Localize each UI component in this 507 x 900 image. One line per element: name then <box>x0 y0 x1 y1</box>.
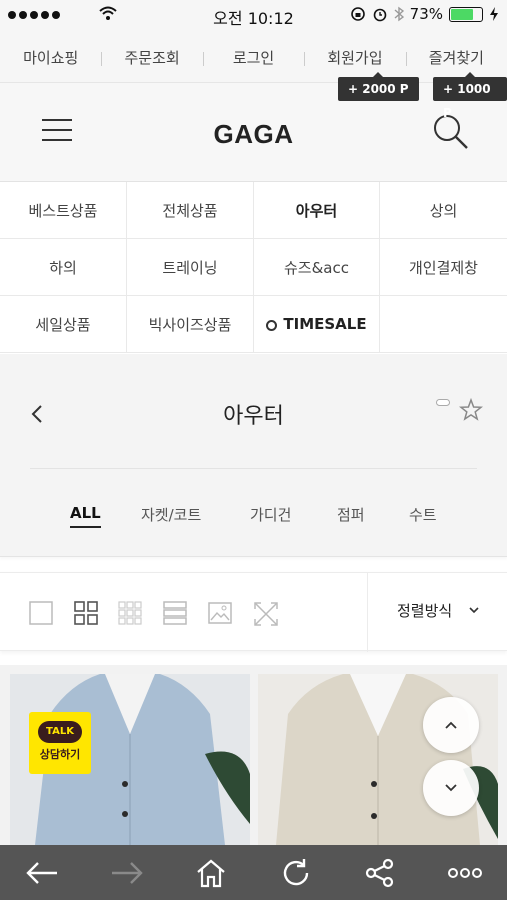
sort-label: 정렬방식 <box>397 602 453 620</box>
toplink-order-lookup[interactable]: 주문조회 <box>101 30 202 82</box>
bluetooth-icon <box>394 6 404 22</box>
chevron-down-icon <box>469 607 479 614</box>
refresh-icon <box>283 858 308 885</box>
home-button[interactable] <box>169 845 254 900</box>
site-logo[interactable]: GAGA <box>0 119 507 150</box>
alarm-icon <box>373 8 386 22</box>
category-title: 아우터 <box>223 404 284 429</box>
kakao-consult-label: 상담하기 <box>39 748 81 761</box>
home-icon <box>197 859 225 887</box>
battery-percent: 73% <box>409 5 443 23</box>
chevron-up-icon <box>445 721 457 729</box>
subtab-jacket-coat[interactable]: 자켓/코트 <box>141 504 201 525</box>
toplink-my-shopping[interactable]: 마이쇼핑 <box>0 30 101 82</box>
scroll-bottom-button[interactable] <box>423 760 479 816</box>
arrow-left-icon <box>26 861 58 884</box>
category-shoes-acc[interactable]: 슈즈&acc <box>254 239 380 296</box>
category-empty <box>380 296 507 353</box>
site-header: GAGA <box>0 82 507 182</box>
view-list-icon[interactable] <box>163 601 187 625</box>
category-big-size[interactable]: 빅사이즈상품 <box>127 296 254 353</box>
toplink-login[interactable]: 로그인 <box>202 30 304 82</box>
rotation-lock-icon <box>350 7 365 21</box>
share-button[interactable] <box>338 845 423 900</box>
timer-icon <box>266 319 278 331</box>
toplink-join[interactable]: 회원가입 <box>304 30 405 82</box>
view-grid2-icon[interactable] <box>74 601 98 625</box>
subcategory-tabs: ALL 자켓/코트 가디건 점퍼 수트 <box>0 504 507 534</box>
battery-icon <box>449 6 483 22</box>
view-grid3-icon[interactable] <box>118 601 142 625</box>
subtab-suit[interactable]: 수트 <box>409 504 437 525</box>
view-toolbar: 정렬방식 <box>0 572 507 652</box>
share-icon <box>366 858 394 887</box>
view-fullscreen-icon[interactable] <box>253 601 279 627</box>
category-all[interactable]: 전체상품 <box>127 182 254 239</box>
category-training[interactable]: 트레이닝 <box>127 239 254 296</box>
status-bar: 오전 10:12 73% <box>0 0 507 30</box>
view-image-icon[interactable] <box>208 601 232 625</box>
join-points-badge: + 2000 P <box>338 72 419 101</box>
subtab-cardigan[interactable]: 가디건 <box>250 504 291 525</box>
more-button[interactable] <box>423 845 507 900</box>
scroll-top-button[interactable] <box>423 697 479 753</box>
category-timesale[interactable]: TIMESALE <box>254 296 380 353</box>
subtab-all[interactable]: ALL <box>70 504 101 528</box>
subtab-jumper[interactable]: 점퍼 <box>337 504 365 525</box>
charging-icon <box>490 7 498 21</box>
category-best[interactable]: 베스트상품 <box>0 182 127 239</box>
view-single-icon[interactable] <box>29 601 53 625</box>
category-menu: 베스트상품 전체상품 아우터 상의 하의 트레이닝 슈즈&acc 개인결제창 세… <box>0 182 507 353</box>
forward-button[interactable] <box>85 845 170 900</box>
category-outer[interactable]: 아우터 <box>254 182 380 239</box>
category-timesale-label: TIMESALE <box>283 315 367 333</box>
browser-bottom-nav <box>0 845 507 900</box>
chevron-down-icon <box>445 784 457 792</box>
bookmark-points-badge: + 1000 P <box>433 72 507 120</box>
category-sale[interactable]: 세일상품 <box>0 296 127 353</box>
top-links-bar: 마이쇼핑 주문조회 로그인 회원가입 즐겨찾기 <box>0 30 507 82</box>
refresh-button[interactable] <box>254 845 339 900</box>
category-personal-payment[interactable]: 개인결제창 <box>380 239 507 296</box>
sort-dropdown[interactable]: 정렬방식 <box>367 573 507 652</box>
category-title-panel: 아우터 ALL 자켓/코트 가디건 점퍼 수트 <box>0 354 507 557</box>
more-dots-icon <box>447 867 482 878</box>
toplink-bookmark[interactable]: 즐겨찾기 <box>405 30 507 82</box>
category-bottom[interactable]: 하의 <box>0 239 127 296</box>
arrow-right-icon <box>111 861 143 884</box>
star-icon[interactable] <box>459 398 483 422</box>
kakao-talk-label: TALK <box>38 721 82 743</box>
kakao-talk-consult-button[interactable]: TALK 상담하기 <box>29 712 91 774</box>
toggle-indicator <box>436 399 450 406</box>
category-top[interactable]: 상의 <box>380 182 507 239</box>
back-button[interactable] <box>0 845 85 900</box>
section-divider <box>30 468 477 469</box>
